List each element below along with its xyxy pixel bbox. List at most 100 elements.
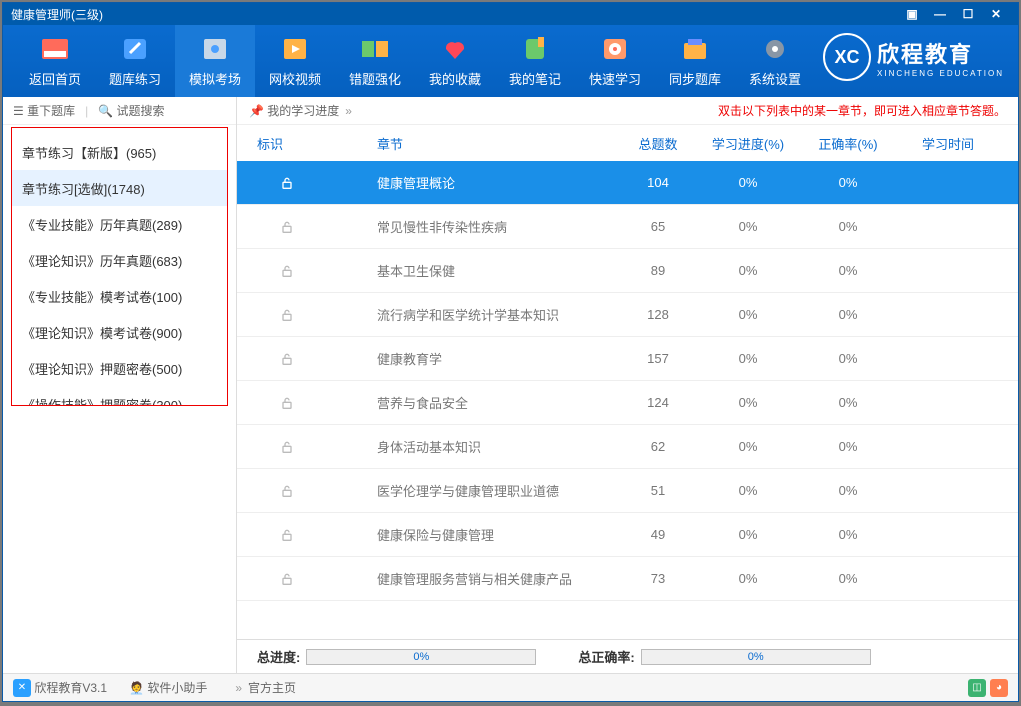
toolbar-note-button[interactable]: 我的笔记	[495, 25, 575, 97]
table-row[interactable]: 健康管理服务营销与相关健康产品730%0%	[237, 557, 1018, 601]
table-row[interactable]: 常见慢性非传染性疾病650%0%	[237, 205, 1018, 249]
official-site-button[interactable]: » 官方主页	[229, 679, 296, 696]
toolbar-video-button[interactable]: 网校视频	[255, 25, 335, 97]
sidebar-item[interactable]: 《理论知识》历年真题(683)	[12, 242, 227, 278]
accuracy-pct: 0%	[798, 571, 898, 586]
table-row[interactable]: 健康教育学1570%0%	[237, 337, 1018, 381]
progress-pct: 0%	[698, 571, 798, 586]
video-icon	[278, 35, 312, 63]
toolbar-bank-button[interactable]: 题库练习	[95, 25, 175, 97]
progress-pct: 0%	[698, 483, 798, 498]
exam-icon	[198, 35, 232, 63]
window-close-button[interactable]: ✕	[982, 5, 1010, 23]
toolbar: 返回首页题库练习模拟考场网校视频错题强化 我的收藏我的笔记快速学习同步题库系统设置…	[3, 25, 1018, 97]
th-accuracy: 正确率(%)	[798, 134, 898, 153]
sync-icon	[678, 35, 712, 63]
set-icon	[758, 35, 792, 63]
total-count: 73	[618, 571, 698, 586]
progress-pct: 0%	[698, 527, 798, 542]
table-row[interactable]: 身体活动基本知识620%0%	[237, 425, 1018, 469]
table-row[interactable]: 基本卫生保健890%0%	[237, 249, 1018, 293]
brand-name: 欣程教育	[877, 37, 1004, 69]
sidebar: ☰ 重下题库 | 🔍 试题搜索 章节练习【新版】(965)章节练习[选做](17…	[3, 97, 237, 673]
sidebar-list: 章节练习【新版】(965)章节练习[选做](1748)《专业技能》历年真题(28…	[11, 127, 228, 406]
accuracy-pct: 0%	[798, 483, 898, 498]
toolbar-label: 返回首页	[29, 69, 81, 88]
sidebar-item[interactable]: 章节练习[选做](1748)	[12, 170, 227, 206]
th-progress: 学习进度(%)	[698, 134, 798, 153]
my-progress-button[interactable]: 📌 我的学习进度 »	[249, 102, 358, 119]
brand-sub: XINCHENG EDUCATION	[877, 69, 1004, 78]
accuracy-pct: 0%	[798, 527, 898, 542]
total-count: 128	[618, 307, 698, 322]
window-title: 健康管理师(三级)	[11, 6, 898, 23]
accuracy-pct: 0%	[798, 395, 898, 410]
table-header: 标识 章节 总题数 学习进度(%) 正确率(%) 学习时间	[237, 125, 1018, 161]
toolbar-wrong-button[interactable]: 错题强化	[335, 25, 415, 97]
note-icon	[518, 35, 552, 63]
toolbar-home-button[interactable]: 返回首页	[15, 25, 95, 97]
table-row[interactable]: 流行病学和医学统计学基本知识1280%0%	[237, 293, 1018, 337]
accuracy-pct: 0%	[798, 175, 898, 190]
sidebar-item[interactable]: 《专业技能》模考试卷(100)	[12, 278, 227, 314]
table-row[interactable]: 健康保险与健康管理490%0%	[237, 513, 1018, 557]
total-count: 62	[618, 439, 698, 454]
progress-pct: 0%	[698, 439, 798, 454]
chapter-name: 健康保险与健康管理	[317, 525, 618, 544]
home-icon	[38, 35, 72, 63]
lock-icon	[279, 219, 295, 235]
toolbar-label: 错题强化	[349, 69, 401, 88]
total-count: 89	[618, 263, 698, 278]
helper-button[interactable]: 🧑‍💼 软件小助手	[129, 679, 207, 696]
refresh-bank-button[interactable]: ☰ 重下题库	[13, 102, 75, 119]
toolbar-quick-button[interactable]: 快速学习	[575, 25, 655, 97]
table-row[interactable]: 医学伦理学与健康管理职业道德510%0%	[237, 469, 1018, 513]
th-time: 学习时间	[898, 134, 998, 153]
total-accuracy-label: 总正确率:	[578, 647, 634, 666]
lock-icon	[279, 263, 295, 279]
accuracy-pct: 0%	[798, 219, 898, 234]
th-mark: 标识	[257, 134, 317, 153]
search-questions-button[interactable]: 🔍 试题搜索	[98, 102, 164, 119]
search-icon: 🔍	[98, 104, 116, 118]
table-row[interactable]: 健康管理概论1040%0%	[237, 161, 1018, 205]
chart-icon[interactable]: ◕	[990, 679, 1008, 697]
sidebar-item[interactable]: 《操作技能》押题密卷(300)	[12, 386, 227, 406]
total-count: 104	[618, 175, 698, 190]
window-minimize-button[interactable]: —	[926, 5, 954, 23]
sidebar-item[interactable]: 《理论知识》押题密卷(500)	[12, 350, 227, 386]
window-seal-button[interactable]: ▣	[898, 5, 926, 23]
chapter-name: 健康管理概论	[317, 173, 618, 192]
progress-pct: 0%	[698, 351, 798, 366]
progress-pct: 0%	[698, 219, 798, 234]
toolbar-set-button[interactable]: 系统设置	[735, 25, 815, 97]
toolbar-label: 系统设置	[749, 69, 801, 88]
toolbar-fav-button[interactable]: 我的收藏	[415, 25, 495, 97]
app-version[interactable]: ✕ 欣程教育V3.1	[13, 679, 107, 697]
quick-icon	[598, 35, 632, 63]
table-row[interactable]: 营养与食品安全1240%0%	[237, 381, 1018, 425]
sidebar-item[interactable]: 章节练习【新版】(965)	[12, 134, 227, 170]
total-count: 65	[618, 219, 698, 234]
lock-icon	[279, 351, 295, 367]
total-accuracy-bar: 0%	[641, 649, 871, 665]
chapter-name: 常见慢性非传染性疾病	[317, 217, 618, 236]
table-body: 健康管理概论1040%0%常见慢性非传染性疾病650%0%基本卫生保健890%0…	[237, 161, 1018, 639]
toolbar-sync-button[interactable]: 同步题库	[655, 25, 735, 97]
toolbar-label: 我的收藏	[429, 69, 481, 88]
sidebar-item[interactable]: 《专业技能》历年真题(289)	[12, 206, 227, 242]
chapter-name: 营养与食品安全	[317, 393, 618, 412]
book-icon: ☰	[13, 104, 27, 118]
accuracy-pct: 0%	[798, 351, 898, 366]
stats-icon[interactable]: ◫	[968, 679, 986, 697]
accuracy-pct: 0%	[798, 439, 898, 454]
total-count: 51	[618, 483, 698, 498]
accuracy-pct: 0%	[798, 307, 898, 322]
window-maximize-button[interactable]: ☐	[954, 5, 982, 23]
hint-text: 双击以下列表中的某一章节，即可进入相应章节答题。	[718, 102, 1006, 119]
chapter-name: 流行病学和医学统计学基本知识	[317, 305, 618, 324]
toolbar-exam-button[interactable]: 模拟考场	[175, 25, 255, 97]
sidebar-item[interactable]: 《理论知识》模考试卷(900)	[12, 314, 227, 350]
lock-icon	[279, 395, 295, 411]
progress-pct: 0%	[698, 307, 798, 322]
